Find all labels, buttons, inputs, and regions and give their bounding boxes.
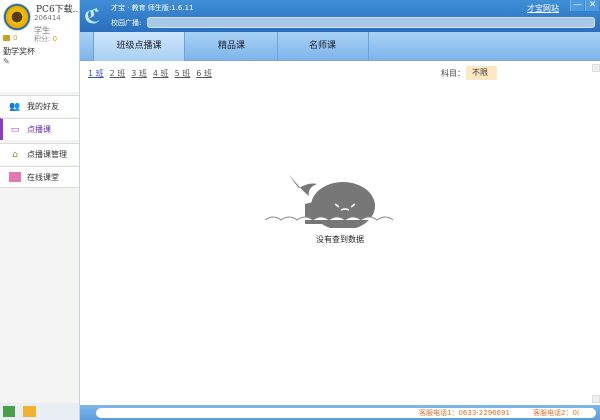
- tab-bar: 班级点播课 精品课 名师课: [80, 32, 600, 61]
- status-field: [96, 408, 596, 418]
- broadcast-bar: [147, 17, 595, 28]
- app-title: 才宝 · 教育 师生版:1.6.11: [111, 4, 194, 12]
- sidebar-item-label: 我的好友: [27, 102, 59, 111]
- scroll-down-button[interactable]: [592, 395, 600, 403]
- class-link[interactable]: 2 班: [110, 69, 126, 78]
- class-link[interactable]: 5 班: [175, 69, 191, 78]
- empty-whale-icon: [265, 174, 394, 228]
- sidebar-item-vod[interactable]: ▭ 点播课: [0, 118, 79, 140]
- points-label: 积分:: [34, 35, 51, 43]
- sidebar-item-friends[interactable]: 👥 我的好友: [0, 95, 79, 117]
- class-link[interactable]: 6 班: [196, 69, 212, 78]
- sidebar-item-label: 点播课: [27, 125, 51, 134]
- minimize-button[interactable]: —: [570, 0, 584, 11]
- tab-premium[interactable]: 精品课: [186, 32, 278, 61]
- sidebar-footer: [0, 403, 79, 420]
- points: 积分: 0: [34, 34, 57, 44]
- bank-icon: ⌂: [12, 149, 18, 160]
- folder-icon[interactable]: [23, 406, 36, 417]
- profile-panel: PC6下载.. 206414 学生 0 积分: 0 勤学奖杯 ✎: [0, 0, 79, 92]
- coin-count: 0: [13, 34, 18, 42]
- phone-2: 客服电话2：0(: [533, 409, 580, 417]
- user-id: 206414: [34, 14, 61, 22]
- tab-class-vod[interactable]: 班级点播课: [93, 32, 185, 61]
- avatar[interactable]: [3, 3, 31, 31]
- close-button[interactable]: ✕: [585, 0, 599, 11]
- sidebar-item-vod-manage[interactable]: ⌂ 点播课管理: [0, 143, 79, 165]
- signature: 勤学奖杯: [3, 47, 35, 56]
- coin-icon: [3, 35, 10, 41]
- broadcast-label: 校园广播:: [111, 19, 142, 27]
- subject-select[interactable]: 不限: [466, 66, 497, 80]
- friends-icon: 👥: [9, 101, 21, 112]
- scroll-up-button[interactable]: [592, 64, 600, 72]
- classroom-icon: [9, 172, 21, 182]
- sidebar-item-label: 在线课堂: [27, 172, 59, 182]
- class-link[interactable]: 1 班: [88, 69, 104, 78]
- class-link[interactable]: 3 班: [131, 69, 147, 78]
- sidebar-item-label: 点播课管理: [27, 150, 67, 159]
- subject-label: 科目：: [441, 69, 465, 78]
- tab-famous-teacher[interactable]: 名师课: [277, 32, 369, 61]
- video-icon: ▭: [10, 124, 20, 135]
- header: ℭ 才宝 · 教育 师生版:1.6.11 校园广播: 才宝网站 — ✕: [80, 0, 600, 32]
- site-link[interactable]: 才宝网站: [527, 3, 559, 14]
- status-bar: 客服电话1：0633-2296691 客服电话2：0(: [80, 405, 600, 420]
- app-icon[interactable]: [3, 406, 15, 417]
- phone-1: 客服电话1：0633-2296691: [419, 409, 510, 417]
- edit-pencil-icon[interactable]: ✎: [3, 57, 10, 66]
- class-link[interactable]: 4 班: [153, 69, 169, 78]
- logo-icon: ℭ: [84, 4, 101, 28]
- class-links: 1 班 2 班 3 班 4 班 5 班 6 班: [88, 68, 218, 79]
- sidebar: PC6下载.. 206414 学生 0 积分: 0 勤学奖杯 ✎ 👥 我的好友 ▭…: [0, 0, 80, 420]
- empty-message: 没有查到数据: [316, 235, 364, 244]
- points-value: 0: [52, 35, 58, 43]
- sidebar-item-online-class[interactable]: 在线课堂: [0, 166, 79, 188]
